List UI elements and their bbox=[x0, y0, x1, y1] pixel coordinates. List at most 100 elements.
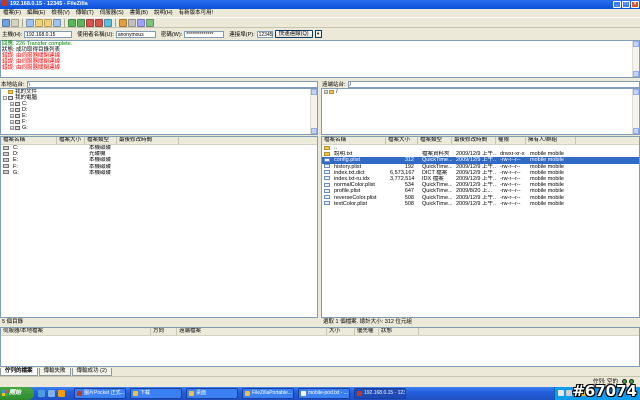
expand-toggle-icon[interactable]: + bbox=[10, 126, 14, 130]
cell-text: mobile mobile bbox=[530, 169, 564, 176]
menu-item-2[interactable]: 檢視(V) bbox=[48, 9, 72, 17]
column-header[interactable]: 最後修改時間 bbox=[452, 137, 496, 144]
menu-item-6[interactable]: 說明(H) bbox=[151, 9, 176, 17]
local-tree-scrollbar[interactable] bbox=[310, 89, 317, 134]
column-header[interactable]: 伺服器/本地檔案 bbox=[1, 328, 151, 335]
desktop-icon[interactable] bbox=[48, 390, 55, 397]
column-header[interactable]: 最後修改時間 bbox=[117, 137, 179, 144]
dropdown-arrow-icon[interactable] bbox=[11, 18, 19, 27]
cell-text: F: bbox=[13, 163, 18, 170]
quickconnect-button[interactable]: 快速連線(Q) bbox=[274, 30, 313, 38]
scroll-down-icon[interactable] bbox=[633, 71, 639, 77]
cell-text bbox=[119, 170, 123, 176]
expand-toggle-icon[interactable]: + bbox=[10, 114, 14, 118]
column-header[interactable]: 狀態 bbox=[379, 328, 419, 335]
remote-tree-scrollbar[interactable] bbox=[632, 89, 639, 134]
taskbar-button[interactable]: 下載 bbox=[130, 388, 182, 399]
sync-browse-icon[interactable] bbox=[128, 18, 136, 27]
cell-text: IDX 檔案 bbox=[422, 175, 444, 182]
menu-item-4[interactable]: 伺服器(S) bbox=[97, 9, 127, 17]
scroll-down-icon[interactable] bbox=[311, 128, 317, 134]
scroll-up-icon[interactable] bbox=[311, 89, 317, 95]
toggle-local-tree-icon[interactable] bbox=[35, 18, 43, 27]
expand-toggle-icon[interactable]: + bbox=[10, 120, 14, 124]
queue-tab-2[interactable]: 傳輸成功 (2) bbox=[71, 368, 112, 376]
site-manager-icon[interactable] bbox=[2, 18, 10, 27]
taskbar-button[interactable]: 桌面 bbox=[186, 388, 238, 399]
folder-icon bbox=[324, 145, 330, 150]
toggle-remote-tree-icon[interactable] bbox=[44, 18, 52, 27]
scroll-up-icon[interactable] bbox=[633, 41, 639, 47]
disconnect-icon[interactable] bbox=[95, 18, 103, 27]
process-queue-icon[interactable] bbox=[77, 18, 85, 27]
menu-item-0[interactable]: 檔案(F) bbox=[0, 9, 24, 17]
reconnect-icon[interactable] bbox=[104, 18, 112, 27]
media-player-icon[interactable] bbox=[58, 390, 65, 397]
column-header[interactable]: 大小 bbox=[327, 328, 355, 335]
network-icon[interactable] bbox=[558, 390, 564, 396]
maximize-button[interactable]: □ bbox=[622, 1, 630, 8]
toggle-queue-icon[interactable] bbox=[53, 18, 61, 27]
queue-tab-0[interactable]: 佇列的檔案 bbox=[0, 368, 38, 376]
local-file-row[interactable]: G: 本機磁碟 bbox=[1, 170, 317, 176]
menu-item-3[interactable]: 傳輸(T) bbox=[73, 9, 97, 17]
column-header[interactable]: 權限 bbox=[496, 137, 526, 144]
remote-file-row[interactable]: textColor.plist 508 QuickTime... 2009/12/9 … bbox=[322, 201, 639, 207]
column-header[interactable]: 檔案名稱 bbox=[322, 137, 386, 144]
cell-text: 534 bbox=[404, 182, 414, 189]
local-path-input[interactable]: \ bbox=[26, 80, 318, 88]
host-input[interactable]: 192.168.0.15 bbox=[24, 30, 73, 38]
local-tree-item[interactable]: + G: bbox=[3, 125, 317, 131]
expand-toggle-icon[interactable]: - bbox=[3, 96, 7, 100]
window-title: 192.168.0.15 - 12345 - FileZilla bbox=[10, 1, 88, 7]
column-header[interactable]: 檔案名稱 bbox=[1, 137, 57, 144]
remote-path-input[interactable]: / bbox=[347, 80, 640, 88]
file-icon bbox=[324, 170, 330, 175]
column-header[interactable]: 檔案大小 bbox=[57, 137, 85, 144]
scroll-up-icon[interactable] bbox=[633, 89, 639, 95]
log-tag: 錯誤: bbox=[2, 65, 15, 71]
taskbar-button[interactable]: FileZillaPortable... bbox=[242, 388, 294, 399]
queue-tab-1[interactable]: 傳輸失敗 bbox=[38, 368, 71, 376]
windows-logo-icon bbox=[2, 390, 8, 396]
drive-icon bbox=[15, 126, 20, 130]
start-button[interactable]: 開始 bbox=[0, 387, 34, 400]
menu-item-5[interactable]: 書籤(B) bbox=[127, 9, 151, 17]
menu-item-7[interactable]: 有新版本可用! bbox=[176, 9, 217, 17]
column-header[interactable]: 檔案類型 bbox=[85, 137, 117, 144]
password-input[interactable]: ************** bbox=[184, 30, 225, 38]
close-button[interactable]: × bbox=[631, 1, 639, 8]
column-header[interactable]: 檔案大小 bbox=[386, 137, 418, 144]
column-header[interactable]: 優先權 bbox=[355, 328, 379, 335]
port-input[interactable]: 12345 bbox=[256, 30, 273, 38]
column-header[interactable]: 擁有人/群組 bbox=[526, 137, 576, 144]
expand-toggle-icon[interactable]: + bbox=[10, 102, 14, 106]
cancel-icon[interactable] bbox=[86, 18, 94, 27]
minimize-button[interactable]: _ bbox=[613, 1, 621, 8]
column-header[interactable]: 方向 bbox=[151, 328, 177, 335]
ie-icon[interactable] bbox=[38, 390, 45, 397]
taskbar-button[interactable]: 圖片Pocket 正式... bbox=[74, 388, 126, 399]
scroll-down-icon[interactable] bbox=[633, 128, 639, 134]
menu-item-1[interactable]: 編輯(E) bbox=[24, 9, 48, 17]
username-input[interactable]: anonymous bbox=[115, 30, 156, 38]
cell-text: profile.plist bbox=[334, 188, 361, 195]
expand-toggle-icon[interactable]: + bbox=[324, 90, 328, 94]
remote-tree-item[interactable]: + / bbox=[324, 89, 639, 95]
taskbar-button[interactable]: 192.168.0.15 - 123... bbox=[354, 388, 406, 399]
compare-icon[interactable] bbox=[137, 18, 145, 27]
expand-toggle-icon[interactable]: + bbox=[10, 108, 14, 112]
column-header[interactable]: 遠端檔案 bbox=[177, 328, 327, 335]
taskbar-button[interactable]: mobile-pod.txt - ... bbox=[298, 388, 350, 399]
toggle-log-icon[interactable] bbox=[26, 18, 34, 27]
cell-text: 本機磁碟 bbox=[89, 157, 112, 164]
search-icon[interactable] bbox=[146, 18, 154, 27]
refresh-icon[interactable] bbox=[68, 18, 76, 27]
volume-icon[interactable] bbox=[566, 390, 572, 396]
quickconnect-dropdown-icon[interactable]: ▼ bbox=[314, 30, 322, 38]
cell-text bbox=[528, 145, 532, 151]
column-header[interactable]: 檔案類型 bbox=[418, 137, 452, 144]
filter-icon[interactable] bbox=[119, 18, 127, 27]
log-scrollbar[interactable] bbox=[632, 41, 639, 77]
cell-text: .. bbox=[334, 145, 338, 151]
